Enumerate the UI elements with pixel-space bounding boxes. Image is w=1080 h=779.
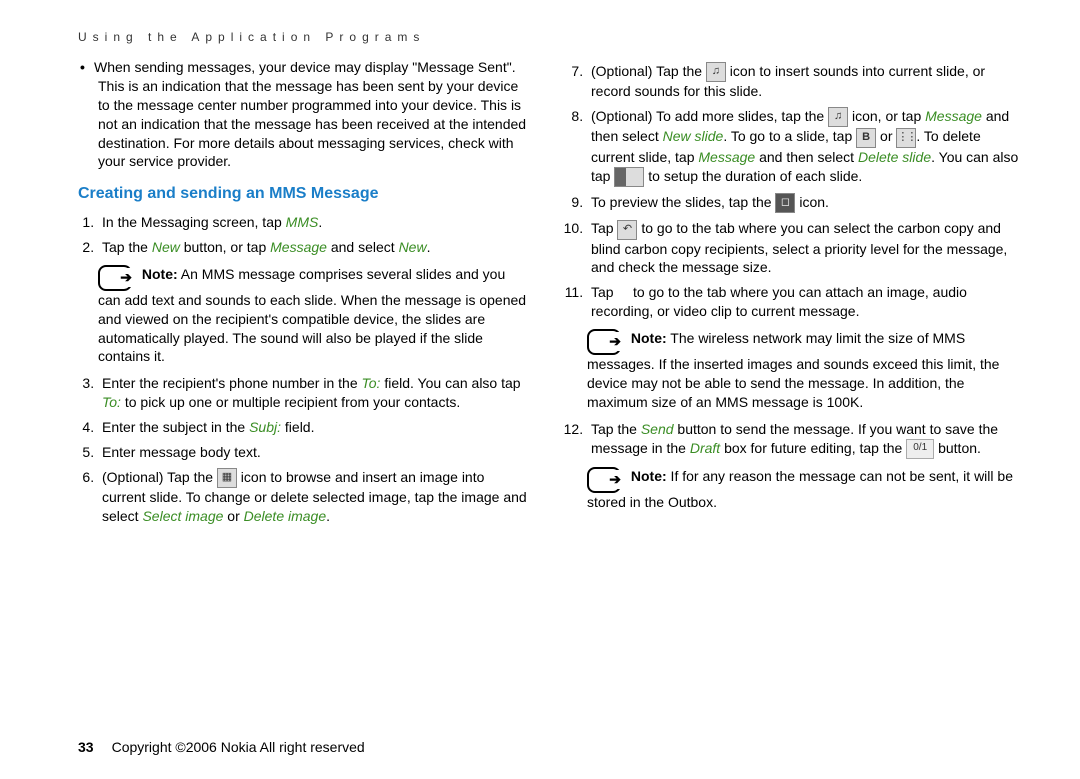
text: button, or tap	[180, 239, 270, 255]
step-12: Tap the Send button to send the message.…	[587, 420, 1020, 459]
new-label: New	[152, 239, 180, 255]
step-2: Tap the New button, or tap Message and s…	[98, 238, 531, 257]
duration-icon	[614, 167, 644, 187]
text: to pick up one or multiple recipient fro…	[121, 394, 460, 410]
text: to go to the tab where you can attach an…	[591, 284, 967, 319]
step-3: Enter the recipient's phone number in th…	[98, 374, 531, 412]
right-column: (Optional) Tap the icon to insert sounds…	[567, 58, 1020, 532]
slide-icon	[828, 107, 848, 127]
step-9: To preview the slides, tap the icon.	[587, 193, 1020, 213]
to-label-2: To:	[102, 394, 121, 410]
subj-label: Subj:	[249, 419, 281, 435]
text: icon, or tap	[848, 108, 925, 124]
delete-image-label: Delete image	[244, 508, 327, 524]
section-header: Using the Application Programs	[78, 30, 1020, 44]
to-label: To:	[362, 375, 381, 391]
tab-icon	[617, 220, 637, 240]
note-3: Note: If for any reason the message can …	[587, 467, 1020, 512]
step-10: Tap to go to the tab where you can selec…	[587, 219, 1020, 277]
text: . To go to a slide, tap	[723, 128, 856, 144]
step-6: (Optional) Tap the icon to browse and in…	[98, 468, 531, 526]
note-icon	[587, 467, 621, 493]
note-icon	[98, 265, 132, 291]
note-label: Note:	[631, 330, 667, 346]
steps-list-12: Tap the Send button to send the message.…	[567, 420, 1020, 459]
intro-bullet: When sending messages, your device may d…	[98, 58, 531, 171]
content-columns: When sending messages, your device may d…	[78, 58, 1020, 532]
send-label: Send	[641, 421, 674, 437]
mms-heading: Creating and sending an MMS Message	[78, 183, 531, 205]
text: Tap	[591, 220, 617, 236]
copyright: Copyright ©2006 Nokia All right reserved	[112, 739, 365, 755]
draft-button-icon: 0/1	[906, 439, 934, 459]
text: button.	[934, 440, 981, 456]
text: (Optional) To add more slides, tap the	[591, 108, 828, 124]
note-icon	[587, 329, 621, 355]
step-5: Enter message body text.	[98, 443, 531, 462]
text: icon.	[799, 194, 829, 210]
note-2: Note: The wireless network may limit the…	[587, 329, 1020, 412]
sound-icon	[706, 62, 726, 82]
text: Tap	[591, 284, 617, 300]
text: and then select	[755, 149, 858, 165]
message-label: Message	[270, 239, 327, 255]
note-text: Note: The wireless network may limit the…	[587, 330, 999, 410]
text: box for future editing, tap the	[720, 440, 906, 456]
text: Tap the	[591, 421, 641, 437]
step-7: (Optional) Tap the icon to insert sounds…	[587, 62, 1020, 101]
page: Using the Application Programs When send…	[0, 0, 1080, 779]
text: to setup the duration of each slide.	[644, 168, 862, 184]
step-4: Enter the subject in the Subj: field.	[98, 418, 531, 437]
text: To preview the slides, tap the	[591, 194, 775, 210]
note-text: Note: An MMS message comprises several s…	[98, 266, 526, 365]
new-slide-label: New slide	[663, 128, 724, 144]
mms-label: MMS	[286, 214, 319, 230]
step-11: Tap to go to the tab where you can attac…	[587, 283, 1020, 321]
text: Enter the subject in the	[102, 419, 249, 435]
text: .	[318, 214, 322, 230]
draft-label: Draft	[690, 440, 720, 456]
image-icon	[217, 468, 237, 488]
note-1: Note: An MMS message comprises several s…	[98, 265, 531, 367]
steps-list-1: In the Messaging screen, tap MMS. Tap th…	[78, 213, 531, 257]
step-1: In the Messaging screen, tap MMS.	[98, 213, 531, 232]
left-column: When sending messages, your device may d…	[78, 58, 531, 532]
select-image-label: Select image	[142, 508, 223, 524]
text: and select	[327, 239, 399, 255]
text: or	[223, 508, 243, 524]
note-label: Note:	[631, 468, 667, 484]
text: or	[876, 128, 896, 144]
intro-bullet-list: When sending messages, your device may d…	[78, 58, 531, 171]
message-label-2: Message	[698, 149, 755, 165]
step-8: (Optional) To add more slides, tap the i…	[587, 107, 1020, 187]
goto-slide-icon	[856, 128, 876, 148]
steps-list-7: (Optional) Tap the icon to insert sounds…	[567, 62, 1020, 321]
goto-slide-icon-2	[896, 128, 916, 148]
text: In the Messaging screen, tap	[102, 214, 286, 230]
text: (Optional) Tap the	[591, 63, 706, 79]
text: Enter the recipient's phone number in th…	[102, 375, 362, 391]
note-label: Note:	[142, 266, 178, 282]
text: field.	[281, 419, 314, 435]
page-number: 33	[78, 739, 94, 755]
message-label: Message	[925, 108, 982, 124]
note-text: Note: If for any reason the message can …	[587, 468, 1013, 510]
steps-list-3: Enter the recipient's phone number in th…	[78, 374, 531, 526]
text: .	[427, 239, 431, 255]
text: to go to the tab where you can select th…	[591, 220, 1007, 275]
new-label-2: New	[399, 239, 427, 255]
text: .	[326, 508, 330, 524]
preview-icon	[775, 193, 795, 213]
footer: 33 Copyright ©2006 Nokia All right reserv…	[78, 739, 365, 755]
text: field. You can also tap	[380, 375, 520, 391]
delete-slide-label: Delete slide	[858, 149, 931, 165]
text: (Optional) Tap the	[102, 469, 217, 485]
text: Tap the	[102, 239, 152, 255]
